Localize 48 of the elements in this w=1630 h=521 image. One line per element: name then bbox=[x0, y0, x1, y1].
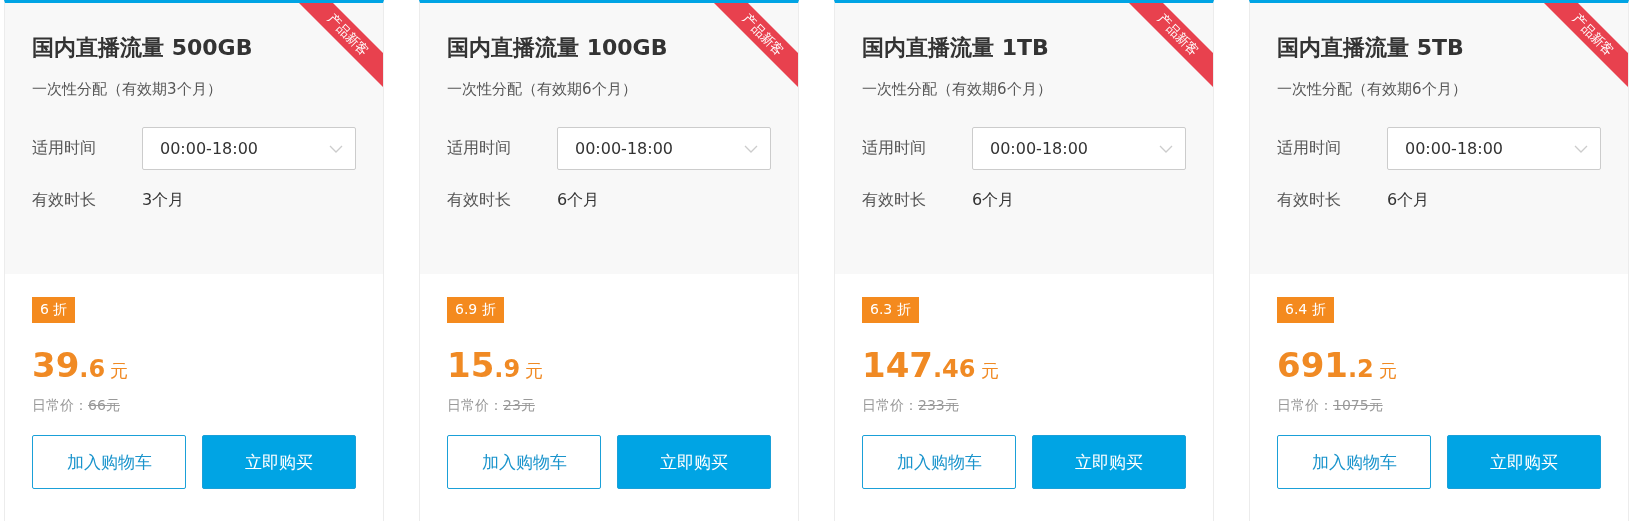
chevron-down-icon bbox=[744, 144, 758, 153]
product-title: 国内直播流量 500GB bbox=[32, 34, 253, 62]
buy-now-button[interactable]: 立即购买 bbox=[202, 435, 356, 489]
time-select[interactable]: 00:00-18:00 bbox=[972, 127, 1186, 170]
buy-now-button[interactable]: 立即购买 bbox=[1447, 435, 1601, 489]
chevron-down-icon bbox=[1574, 144, 1588, 153]
buy-now-button[interactable]: 立即购买 bbox=[1032, 435, 1186, 489]
regular-price: 日常价：1075元 bbox=[1277, 397, 1384, 415]
discount-badge: 6.3 折 bbox=[862, 297, 919, 323]
time-label: 适用时间 bbox=[862, 138, 927, 159]
product-title: 国内直播流量 5TB bbox=[1277, 34, 1464, 62]
time-label: 适用时间 bbox=[447, 138, 512, 159]
chevron-down-icon bbox=[1159, 144, 1173, 153]
time-label: 适用时间 bbox=[32, 138, 97, 159]
product-subtitle: 一次性分配（有效期6个月） bbox=[1277, 80, 1468, 99]
product-title: 国内直播流量 100GB bbox=[447, 34, 668, 62]
duration-label: 有效时长 bbox=[1277, 190, 1342, 211]
product-title: 国内直播流量 1TB bbox=[862, 34, 1049, 62]
duration-label: 有效时长 bbox=[862, 190, 927, 211]
duration-label: 有效时长 bbox=[32, 190, 97, 211]
regular-price: 日常价：233元 bbox=[862, 397, 960, 415]
discount-badge: 6.4 折 bbox=[1277, 297, 1334, 323]
product-subtitle: 一次性分配（有效期6个月） bbox=[447, 80, 638, 99]
product-subtitle: 一次性分配（有效期6个月） bbox=[862, 80, 1053, 99]
add-to-cart-button[interactable]: 加入购物车 bbox=[862, 435, 1016, 489]
duration-value: 3个月 bbox=[142, 190, 185, 211]
discount-badge: 6 折 bbox=[32, 297, 76, 323]
duration-label: 有效时长 bbox=[447, 190, 512, 211]
add-to-cart-button[interactable]: 加入购物车 bbox=[1277, 435, 1431, 489]
price: 691.2 元 bbox=[1277, 345, 1398, 385]
price: 15.9 元 bbox=[447, 345, 545, 385]
regular-price: 日常价：23元 bbox=[447, 397, 536, 415]
regular-price: 日常价：66元 bbox=[32, 397, 121, 415]
product-subtitle: 一次性分配（有效期3个月） bbox=[32, 80, 223, 99]
time-select[interactable]: 00:00-18:00 bbox=[557, 127, 771, 170]
duration-value: 6个月 bbox=[557, 190, 600, 211]
discount-badge: 6.9 折 bbox=[447, 297, 504, 323]
duration-value: 6个月 bbox=[972, 190, 1015, 211]
add-to-cart-button[interactable]: 加入购物车 bbox=[447, 435, 601, 489]
time-select[interactable]: 00:00-18:00 bbox=[1387, 127, 1601, 170]
time-select[interactable]: 00:00-18:00 bbox=[142, 127, 356, 170]
price: 147.46 元 bbox=[862, 345, 1000, 385]
price: 39.6 元 bbox=[32, 345, 130, 385]
duration-value: 6个月 bbox=[1387, 190, 1430, 211]
add-to-cart-button[interactable]: 加入购物车 bbox=[32, 435, 186, 489]
chevron-down-icon bbox=[329, 144, 343, 153]
time-label: 适用时间 bbox=[1277, 138, 1342, 159]
buy-now-button[interactable]: 立即购买 bbox=[617, 435, 771, 489]
